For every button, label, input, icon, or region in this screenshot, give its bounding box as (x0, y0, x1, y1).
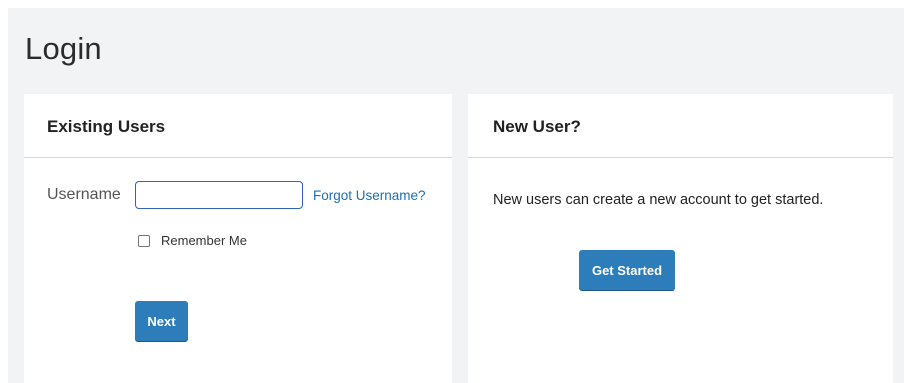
username-label: Username (47, 186, 121, 203)
forgot-username-link[interactable]: Forgot Username? (313, 188, 426, 203)
page-title: Login (25, 31, 102, 66)
login-page: Login Existing Users Username Forgot Use… (8, 8, 904, 383)
new-user-description: New users can create a new account to ge… (493, 192, 824, 208)
existing-users-header: Existing Users (24, 94, 452, 158)
existing-users-panel: Existing Users Username Forgot Username?… (24, 94, 452, 383)
new-user-header: New User? (468, 94, 893, 158)
get-started-button[interactable]: Get Started (579, 250, 675, 290)
remember-me-label: Remember Me (161, 233, 247, 248)
new-user-panel: New User? New users can create a new acc… (468, 94, 893, 383)
next-button[interactable]: Next (135, 301, 188, 341)
username-input[interactable] (135, 181, 303, 209)
remember-me-checkbox[interactable] (138, 234, 150, 247)
new-user-heading: New User? (493, 117, 581, 136)
existing-users-heading: Existing Users (47, 117, 166, 136)
remember-me-option[interactable]: Remember Me (138, 233, 247, 248)
